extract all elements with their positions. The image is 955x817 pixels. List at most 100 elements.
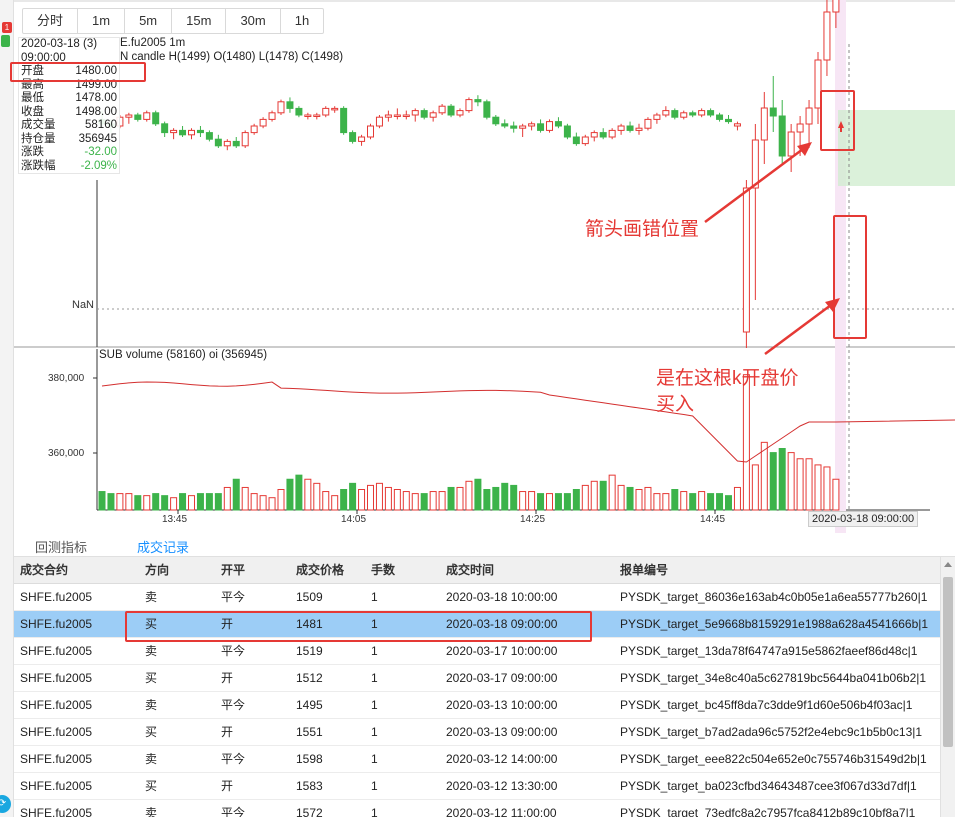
volume-bar [143, 495, 151, 511]
candle-body [241, 132, 249, 147]
info-row: 涨跌 -32.00 [19, 146, 119, 160]
table-row[interactable]: SHFE.fu2005 买 开 1481 1 2020-03-18 09:00:00 PYS… [14, 611, 940, 638]
x-tick-1345: 13:45 [162, 514, 188, 525]
x-tick-1425: 14:25 [520, 514, 546, 525]
table-cell: PYSDK_target_86036e163ab4c0b05e1a6ea5577… [620, 590, 928, 604]
volume-bar [492, 486, 500, 511]
candle-body [805, 107, 813, 125]
table-cell: SHFE.fu2005 [20, 698, 93, 712]
column-header[interactable]: 报单编号 [614, 557, 940, 583]
scroll-thumb[interactable] [943, 577, 953, 747]
scroll-up-icon[interactable] [944, 562, 952, 567]
volume-bar [698, 491, 706, 511]
volume-bar [769, 452, 777, 511]
volume-bar [223, 486, 231, 511]
candle-body [760, 107, 768, 141]
table-cell: 1 [371, 617, 378, 631]
annotation-arrow-wrong: 箭头画错位置 [585, 219, 700, 240]
info-label: 成交量 [21, 119, 56, 131]
table-row[interactable]: SHFE.fu2005 卖 平今 1509 1 2020-03-18 10:00:00 PY… [14, 584, 940, 611]
volume-bar [313, 482, 321, 511]
info-row: 收盘 1498.00 [19, 106, 119, 120]
volume-bar [349, 482, 357, 511]
candle-body [590, 132, 598, 138]
candle-body [671, 110, 679, 118]
candle-body [608, 129, 616, 138]
column-header[interactable]: 成交时间 [440, 557, 614, 583]
volume-bar [295, 474, 303, 511]
volume-panel-title: SUB volume (58160) oi (356945) [99, 349, 268, 361]
table-row[interactable]: SHFE.fu2005 买 开 1512 1 2020-03-17 09:00:00 PYS… [14, 665, 940, 692]
volume-bar [474, 478, 482, 511]
volume-bar [134, 495, 142, 511]
candle-body [179, 129, 187, 136]
candle-body [501, 123, 509, 127]
info-value: 1480.00 [75, 65, 117, 77]
column-header[interactable]: 成交合约 [14, 557, 139, 583]
table-row[interactable]: SHFE.fu2005 买 开 1583 1 2020-03-12 13:30:00 PYS… [14, 773, 940, 800]
table-cell: SHFE.fu2005 [20, 590, 93, 604]
table-row[interactable]: SHFE.fu2005 卖 平今 1495 1 2020-03-13 10:00:00 PY… [14, 692, 940, 719]
volume-bar [590, 480, 598, 511]
ohlc-info-panel: 2020-03-18 (3) 09:00:00 开盘 1480.00 最高 1499.… [18, 37, 120, 174]
table-cell: PYSDK_target_5e9668b8159291e1988a628a454… [620, 617, 929, 631]
column-header[interactable]: 成交价格 [290, 557, 365, 583]
volume-bar [653, 493, 661, 511]
volume-bar [411, 493, 419, 511]
candle-body [259, 118, 267, 127]
column-header[interactable]: 手数 [365, 557, 440, 583]
annotation-line-2: 买入 [656, 394, 695, 415]
table-cell: 2020-03-12 14:00:00 [446, 752, 558, 766]
volume-bar [599, 480, 607, 511]
volume-bar [823, 466, 831, 511]
candle-body [304, 114, 312, 117]
table-row[interactable]: SHFE.fu2005 买 开 1551 1 2020-03-13 09:00:00 PYS… [14, 719, 940, 746]
kline-chart[interactable] [0, 0, 955, 533]
candle-body [125, 114, 133, 118]
table-cell: 开 [221, 671, 234, 685]
candle-body [572, 136, 580, 145]
column-header[interactable]: 方向 [139, 557, 215, 583]
column-header[interactable]: 开平 [215, 557, 290, 583]
table-cell: SHFE.fu2005 [20, 617, 93, 631]
table-cell: 1 [371, 698, 378, 712]
candle-body [510, 125, 518, 129]
volume-bar [796, 458, 804, 511]
table-row[interactable]: SHFE.fu2005 卖 平今 1519 1 2020-03-17 10:00:00 PY… [14, 638, 940, 665]
candle-body [429, 112, 437, 118]
table-scrollbar[interactable] [940, 557, 955, 817]
candle-body [214, 138, 222, 147]
volume-bar [232, 478, 240, 511]
table-cell: PYSDK_target_13da78f64747a915e5862faeef8… [620, 644, 918, 658]
candle-body [170, 129, 178, 134]
volume-bar [751, 464, 759, 511]
table-cell: 平今 [221, 590, 246, 604]
table-cell: 1583 [296, 779, 323, 793]
assistant-icon[interactable]: ⟳ [0, 795, 11, 813]
annotation-buy-at-open: 是在这根k开盘价 买入 [656, 366, 799, 418]
candle-body [375, 116, 383, 127]
candle-body [322, 107, 330, 116]
candle-body [340, 107, 348, 134]
volume-bar [617, 484, 625, 511]
table-cell: 1 [371, 590, 378, 604]
table-cell: 卖 [145, 698, 158, 712]
info-row: 涨跌幅 -2.09% [19, 160, 119, 174]
profit-zone [838, 110, 955, 186]
info-time: 09:00:00 [21, 51, 66, 64]
crosshair-time-label: 2020-03-18 09:00:00 [808, 511, 919, 527]
volume-bar [680, 491, 688, 511]
table-cell: 开 [221, 617, 234, 631]
volume-bar [161, 495, 169, 511]
table-row[interactable]: SHFE.fu2005 卖 平今 1598 1 2020-03-12 14:00:00 PY… [14, 746, 940, 773]
volume-bar [805, 458, 813, 511]
candle-body [447, 105, 455, 116]
candle-body [205, 132, 213, 140]
volume-bar [268, 497, 276, 511]
volume-bar [152, 493, 160, 511]
volume-bar [644, 486, 652, 511]
table-row[interactable]: SHFE.fu2005 卖 平今 1572 1 2020-03-12 11:00:00 PY… [14, 800, 940, 817]
volume-bar [358, 489, 366, 511]
candle-body [492, 116, 500, 125]
volume-bar [725, 495, 732, 511]
